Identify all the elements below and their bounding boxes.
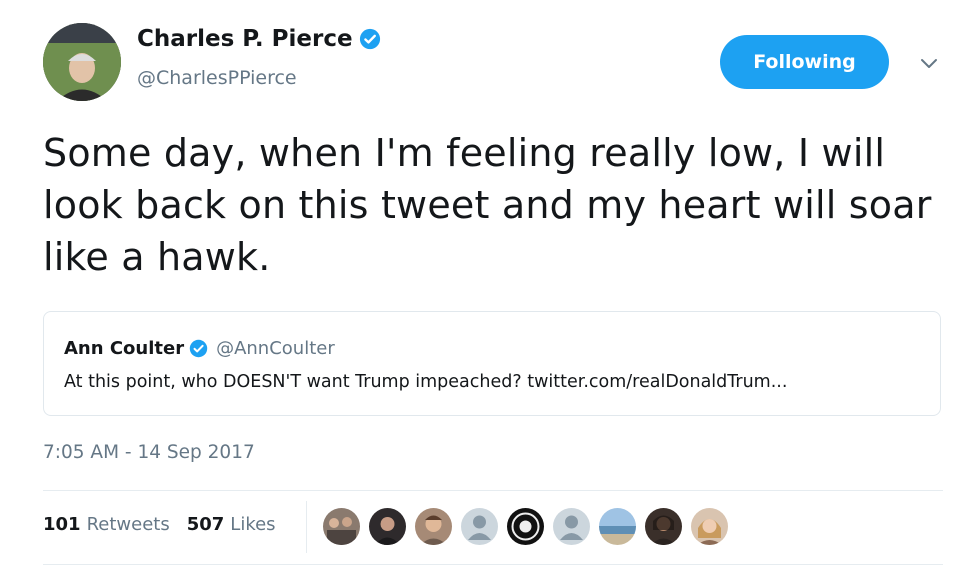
verified-badge-icon — [359, 28, 380, 50]
liker-avatar-landscape-icon — [599, 508, 636, 545]
quoted-author-name: Ann Coulter — [64, 338, 185, 359]
tweet-stats: 101 Retweets 507 Likes — [43, 514, 276, 535]
liker-avatar-default-egg-icon — [461, 508, 498, 545]
liker-avatar-default-egg-icon — [553, 508, 590, 545]
tweet-text: Some day, when I'm feeling really low, I… — [43, 131, 932, 279]
liker-avatar-blonde-portrait-icon — [691, 508, 728, 545]
liker-avatar-dark-portrait-icon — [645, 508, 682, 545]
liker-avatar[interactable] — [553, 508, 590, 545]
liker-avatar-group-photo-icon — [323, 508, 360, 545]
retweets-count: 101 — [43, 514, 81, 535]
profile-photo-icon — [43, 23, 121, 101]
quoted-tweet[interactable]: Ann Coulter @AnnCoulter At this point, w… — [43, 311, 941, 416]
divider — [43, 490, 943, 491]
divider — [43, 564, 943, 565]
liker-avatar[interactable] — [461, 508, 498, 545]
chevron-down-icon[interactable] — [916, 53, 942, 73]
liker-avatar[interactable] — [323, 508, 360, 545]
liker-avatar[interactable] — [415, 508, 452, 545]
author-avatar[interactable] — [43, 23, 121, 101]
author-name[interactable]: Charles P. Pierce — [137, 26, 381, 52]
liker-avatar[interactable] — [645, 508, 682, 545]
following-button[interactable]: Following — [720, 35, 889, 89]
liker-avatar[interactable] — [507, 508, 544, 545]
liker-avatar[interactable] — [691, 508, 728, 545]
liker-avatars — [323, 508, 737, 546]
likes-count: 507 — [186, 514, 225, 535]
retweets-label: Retweets — [86, 514, 170, 535]
tweet-timestamp[interactable]: 7:05 AM - 14 Sep 2017 — [43, 442, 255, 463]
quoted-author-handle: @AnnCoulter — [216, 338, 335, 359]
author-handle[interactable]: @CharlesPPierce — [137, 67, 297, 89]
retweets-stat[interactable]: 101 Retweets — [43, 514, 170, 535]
liker-avatar-selfie-icon — [415, 508, 452, 545]
verified-badge-icon — [189, 339, 208, 358]
tweet-card: Charles P. Pierce @CharlesPPierce Follow… — [0, 0, 980, 577]
likes-label: Likes — [230, 514, 276, 535]
quoted-author: Ann Coulter @AnnCoulter — [64, 338, 335, 359]
liker-avatar[interactable] — [599, 508, 636, 545]
liker-avatar-logo-badge-icon — [507, 508, 544, 545]
quoted-tweet-text: At this point, who DOESN'T want Trump im… — [64, 372, 788, 392]
author-name-text[interactable]: Charles P. Pierce — [137, 26, 353, 52]
stats-separator — [306, 501, 307, 553]
liker-avatar-dark-portrait-icon — [369, 508, 406, 545]
liker-avatar[interactable] — [369, 508, 406, 545]
likes-stat[interactable]: 507 Likes — [187, 514, 276, 535]
